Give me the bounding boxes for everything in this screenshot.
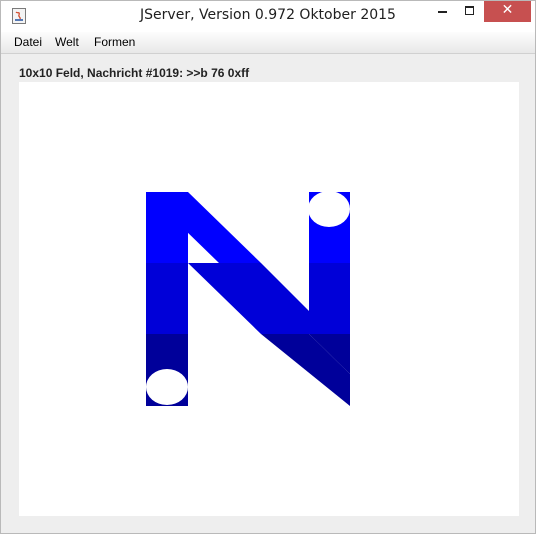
menu-welt[interactable]: Welt [55,35,79,49]
close-button[interactable]: ✕ [484,1,531,22]
app-window: JServer, Version 0.972 Oktober 2015 ✕ Da… [0,0,536,534]
n-right-stroke-middle [309,263,350,334]
board-dot-bottom-left [146,369,188,405]
world-board[interactable] [19,82,519,516]
board-canvas [146,191,350,406]
minimize-button[interactable] [430,1,457,22]
menu-bar: Datei Welt Formen [1,32,535,54]
status-message: 10x10 Feld, Nachricht #1019: >>b 76 0xff [19,66,250,80]
board-dot-top-right [308,191,350,227]
minimize-icon [438,11,447,13]
menu-formen[interactable]: Formen [94,35,135,49]
close-icon: ✕ [501,2,514,18]
n-left-stroke-middle [146,263,188,334]
n-diagonal-middle [188,263,309,334]
maximize-button[interactable] [457,1,484,22]
menu-datei[interactable]: Datei [14,35,42,49]
maximize-icon [465,6,474,15]
title-bar[interactable]: JServer, Version 0.972 Oktober 2015 ✕ [1,1,535,32]
